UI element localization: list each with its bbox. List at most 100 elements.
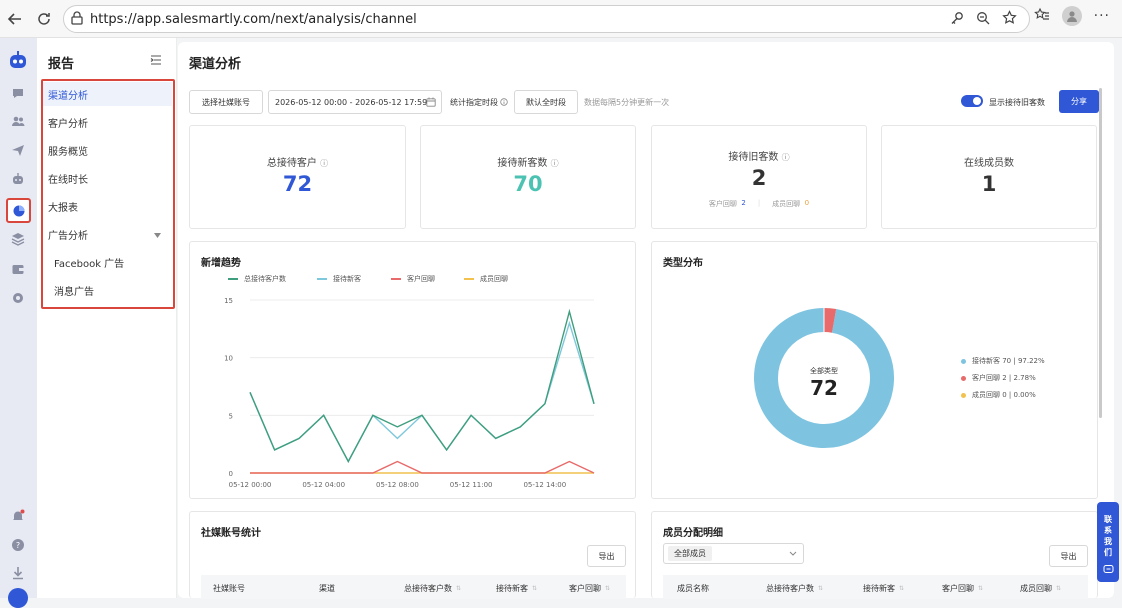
favorites-icon[interactable] — [1033, 7, 1050, 26]
address-bar[interactable]: https://app.salesmartly.com/next/analysi… — [63, 5, 1030, 33]
social-stats-title: 社媒账号统计 — [201, 528, 261, 539]
export-button[interactable]: 导出 — [587, 545, 626, 567]
stat-card-online-members: 在线成员数 1 — [881, 125, 1097, 229]
y-tick-label: 0 — [229, 470, 233, 478]
robot-logo-icon[interactable] — [7, 50, 29, 72]
send-icon[interactable] — [9, 141, 27, 159]
info-icon: ⓘ — [320, 159, 329, 168]
social-account-stats-panel: 社媒账号统计 导出 社媒账号 渠道 总接待客户数 ⇅ 接待新客 ⇅ 客户回聊 ⇅ — [189, 511, 636, 599]
more-menu-icon[interactable]: ··· — [1094, 8, 1110, 24]
y-tick-label: 15 — [224, 297, 233, 305]
column-header: 渠道 — [319, 584, 335, 593]
info-icon: ⓘ — [781, 153, 790, 162]
calendar-icon — [426, 97, 436, 109]
x-tick-label: 05-12 11:00 — [450, 481, 493, 489]
column-header-sortable[interactable]: 成员回聊 ⇅ — [1020, 583, 1061, 594]
user-avatar-icon[interactable] — [8, 588, 28, 608]
page-title: 渠道分析 — [189, 57, 242, 72]
select-account-button[interactable]: 选择社媒账号 — [189, 90, 263, 114]
wallet-icon[interactable] — [9, 260, 27, 278]
browser-toolbar: https://app.salesmartly.com/next/analysi… — [0, 0, 1122, 38]
series-line-1 — [249, 320, 595, 463]
zoom-icon[interactable] — [976, 11, 990, 28]
column-header-sortable[interactable]: 客户回聊 ⇅ — [569, 583, 610, 594]
share-button[interactable]: 分享 — [1059, 90, 1099, 113]
sidebar-title: 报告 — [48, 57, 75, 72]
series-line-0 — [249, 308, 595, 463]
x-tick-label: 05-12 08:00 — [376, 481, 419, 489]
y-tick-label: 10 — [224, 355, 233, 363]
column-header-sortable[interactable]: 接待新客 ⇅ — [496, 583, 537, 594]
stat-label: 接待新客数 ⓘ — [497, 158, 559, 169]
svg-text:?: ? — [16, 541, 20, 550]
toggle-label: 显示接待旧客数 — [989, 98, 1045, 107]
layers-icon[interactable] — [9, 230, 27, 248]
member-filter-select[interactable]: 全部成员 — [663, 543, 804, 564]
sort-icon[interactable]: ⇅ — [532, 585, 537, 592]
column-header: 成员名称 — [677, 584, 709, 593]
stat-value: 1 — [981, 172, 997, 196]
column-header-sortable[interactable]: 客户回聊 ⇅ — [942, 583, 983, 594]
export-button[interactable]: 导出 — [1049, 545, 1088, 567]
donut-center-value: 72 — [810, 376, 838, 400]
info-icon: ⓘ — [550, 159, 559, 168]
donut-slice-1 — [823, 308, 837, 333]
favorite-star-icon[interactable] — [1002, 10, 1017, 28]
show-old-customers-toggle[interactable] — [961, 95, 983, 107]
site-info-icon[interactable] — [70, 10, 84, 28]
stat-card-total: 总接待客户 ⓘ 72 — [189, 125, 406, 229]
default-period-button[interactable]: 默认全时段 — [514, 90, 578, 114]
trend-line-chart: 0 5 10 15 05-12 00:00 05-12 04:00 05-12 08:00 0… — [224, 297, 595, 489]
help-icon[interactable]: ? — [9, 536, 27, 554]
stat-period-label: 统计指定时段 — [450, 97, 508, 108]
stat-value: 2 — [751, 166, 767, 190]
contact-us-tab[interactable]: 联 系 我 们 — [1097, 502, 1119, 582]
download-icon[interactable] — [9, 564, 27, 582]
settings-gear-icon[interactable] — [9, 289, 27, 307]
stat-card-new: 接待新客数 ⓘ 70 — [420, 125, 636, 229]
notification-bell-icon[interactable] — [9, 507, 27, 525]
key-icon[interactable] — [950, 11, 964, 28]
collapse-menu-icon[interactable] — [150, 54, 162, 68]
member-detail-title: 成员分配明细 — [663, 528, 723, 539]
column-header-sortable[interactable]: 接待新客 ⇅ — [863, 583, 904, 594]
page-scrollbar[interactable] — [1099, 88, 1102, 418]
column-header: 社媒账号 — [213, 584, 245, 593]
stat-value: 72 — [282, 172, 313, 196]
info-icon — [500, 97, 508, 108]
series-line-2 — [250, 460, 595, 474]
stat-label: 接待旧客数 ⓘ — [728, 152, 790, 163]
stat-value: 70 — [513, 172, 543, 196]
sort-icon[interactable]: ⇅ — [456, 585, 461, 592]
url-text[interactable]: https://app.salesmartly.com/next/analysi… — [90, 12, 417, 27]
reports-pie-icon[interactable] — [6, 198, 31, 223]
profile-avatar-icon[interactable] — [1061, 6, 1082, 26]
main-content: 渠道分析 选择社媒账号 2026-05-12 00:00 - 2026-05-1… — [178, 42, 1114, 599]
customers-icon[interactable] — [9, 112, 27, 130]
sort-icon[interactable]: ⇅ — [1056, 585, 1061, 592]
sort-icon[interactable]: ⇅ — [605, 585, 610, 592]
sort-icon[interactable]: ⇅ — [899, 585, 904, 592]
chat-icon[interactable] — [9, 84, 27, 102]
sort-icon[interactable]: ⇅ — [978, 585, 983, 592]
chat-bubble-icon — [1103, 564, 1114, 578]
column-header-sortable[interactable]: 总接待客户数 ⇅ — [766, 583, 823, 594]
date-range-picker[interactable]: 2026-05-12 00:00 - 2026-05-12 17:59 — [268, 90, 442, 114]
legend-slice-customer-return[interactable]: 客户回聊 2 | 2.78% — [961, 373, 1036, 383]
x-tick-label: 05-12 04:00 — [302, 481, 345, 489]
legend-slice-new[interactable]: 接待新客 70 | 97.22% — [961, 356, 1045, 366]
column-header-sortable[interactable]: 总接待客户数 ⇅ — [404, 583, 461, 594]
reload-icon[interactable] — [31, 6, 57, 32]
legend-slice-member-return[interactable]: 成员回聊 0 | 0.00% — [961, 390, 1036, 400]
menu-highlight-box — [41, 79, 175, 309]
bot-icon[interactable] — [9, 170, 27, 188]
back-icon[interactable] — [2, 6, 28, 32]
sort-icon[interactable]: ⇅ — [818, 585, 823, 592]
stat-label: 总接待客户 ⓘ — [266, 158, 329, 169]
stat-card-returning: 接待旧客数 ⓘ 2 客户回聊 2 | 成员回聊 0 — [651, 125, 867, 229]
distribution-donut-chart — [754, 308, 894, 448]
distribution-panel: 类型分布 全部类型 72 接待新客 70 | 97.22% 客户回聊 2 | 2… — [651, 241, 1098, 499]
stat-sub-row: 客户回聊 2 | 成员回聊 0 — [708, 199, 810, 208]
member-assignment-panel: 成员分配明细 全部成员 导出 成员名称 总接待客户数 ⇅ 接待新客 ⇅ 客户回聊 ⇅ … — [651, 511, 1098, 599]
trend-panel: 新增趋势 总接待客户数 接待新客 客户回聊 成员回聊 0 5 10 15 05-12 0… — [189, 241, 636, 499]
